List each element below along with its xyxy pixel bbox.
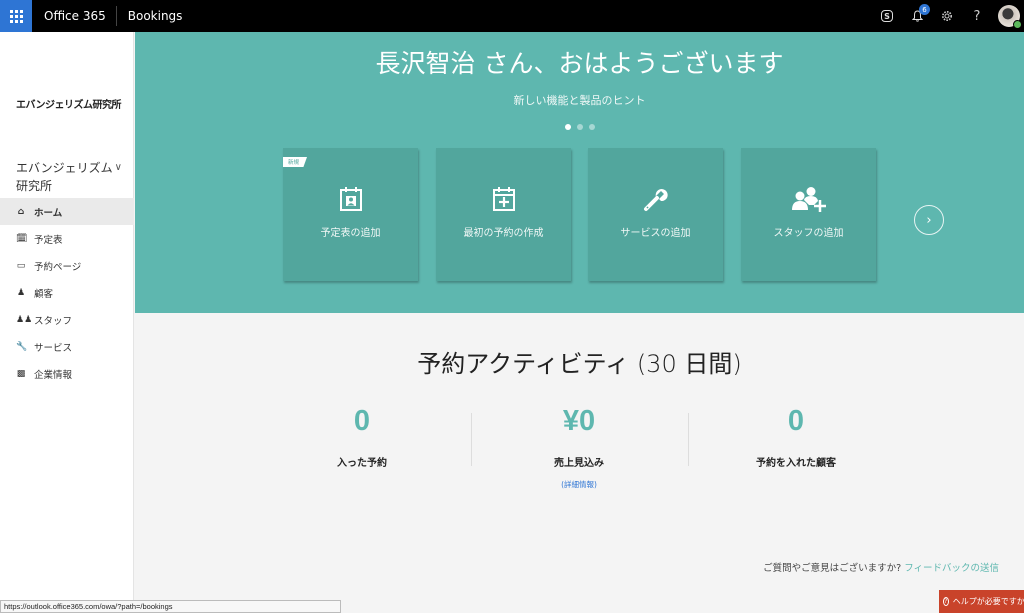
org-selector[interactable]: エバンジェリズム研究所 ∨: [16, 159, 124, 195]
activity-title: 予約アクティビティ (30 日間): [417, 350, 742, 378]
carousel-dot[interactable]: [564, 124, 571, 130]
sidebar-item-label: サービス: [34, 342, 73, 354]
sidebar-item-business-info[interactable]: ▩ 企業情報: [0, 360, 134, 387]
hero-banner: 長沢智治 さん、おはようございます 新しい機能と製品のヒント 新規 予定表の追加: [135, 32, 1024, 313]
org-logo: エバンジェリズム研究所: [16, 100, 122, 111]
staff-icon: ♟♟: [16, 314, 33, 325]
card-label: サービスの追加: [620, 228, 691, 239]
card-create-booking[interactable]: 最初の予約の作成: [436, 148, 571, 281]
briefcase-icon: ▩: [16, 368, 26, 379]
sidebar-item-label: スタッフ: [34, 315, 73, 327]
divider: [471, 413, 472, 466]
sidebar-item-customers[interactable]: ♟ 顧客: [0, 279, 134, 306]
waffle-icon: [9, 9, 23, 23]
sidebar-item-label: 企業情報: [34, 369, 73, 381]
skype-button[interactable]: S: [872, 0, 902, 32]
home-icon: ⌂: [17, 206, 25, 217]
stat-value: 0: [353, 405, 371, 437]
office365-brand-link[interactable]: Office 365: [44, 6, 117, 26]
greeting: 長沢智治 さん、おはようございます: [375, 49, 784, 78]
sidebar-item-label: ホーム: [34, 207, 63, 219]
carousel-dots: [135, 124, 1024, 130]
card-label: 予定表の追加: [320, 228, 381, 239]
sidebar-nav: ⌂ ホーム 🗓 予定表 ▭ 予約ページ ♟ 顧客 ♟♟ スタッフ 🔧 サービス …: [0, 198, 134, 387]
card-add-service[interactable]: サービスの追加: [588, 148, 723, 281]
calendar-plus-icon: [492, 187, 515, 211]
stat-label: 売上見込み: [554, 458, 604, 469]
calendar-person-icon: [339, 187, 362, 211]
help-needed-button[interactable]: ? ヘルプが必要ですか?: [939, 590, 1024, 613]
card-label: 最初の予約の作成: [463, 228, 544, 239]
status-bar-url: https://outlook.office365.com/owa/?path=…: [0, 600, 341, 613]
divider: [688, 413, 689, 466]
org-selector-label: エバンジェリズム研究所: [16, 161, 113, 193]
avatar[interactable]: [998, 5, 1022, 29]
laptop-icon: ▭: [16, 260, 26, 271]
help-icon: ?: [973, 8, 981, 24]
sidebar-item-label: 顧客: [34, 288, 54, 300]
sidebar-item-services[interactable]: 🔧 サービス: [0, 333, 134, 360]
carousel-dot[interactable]: [576, 124, 583, 130]
stat-label: 入った予約: [337, 458, 387, 469]
chevron-down-icon: ∨: [114, 162, 122, 173]
sidebar-item-staff[interactable]: ♟♟ スタッフ: [0, 306, 134, 333]
presence-available-icon: [1013, 20, 1022, 29]
help-button[interactable]: ?: [962, 0, 992, 32]
sidebar-item-booking-page[interactable]: ▭ 予約ページ: [0, 252, 134, 279]
card-add-calendar[interactable]: 新規 予定表の追加: [283, 148, 418, 281]
card-add-staff[interactable]: スタッフの追加: [741, 148, 876, 281]
app-name[interactable]: Bookings: [128, 9, 183, 23]
feedback-link[interactable]: フィードバックの送信: [904, 563, 999, 574]
gear-icon: [942, 11, 952, 21]
chevron-right-icon: ›: [926, 212, 932, 228]
sidebar: エバンジェリズム研究所 エバンジェリズム研究所 ∨ ⌂ ホーム 🗓 予定表 ▭ …: [0, 32, 134, 613]
stat-label: 予約を入れた顧客: [756, 458, 836, 469]
skype-icon: S: [881, 10, 893, 22]
new-tag: 新規: [283, 157, 308, 167]
feedback-row: ご質問やご意見はございますか? フィードバックの送信: [763, 560, 999, 574]
wrench-icon: 🔧: [16, 341, 28, 352]
settings-button[interactable]: [932, 0, 962, 32]
sidebar-item-home[interactable]: ⌂ ホーム: [0, 198, 134, 225]
customer-icon: ♟: [16, 287, 26, 298]
tips-subtitle: 新しい機能と製品のヒント: [513, 94, 646, 107]
carousel-next-button[interactable]: ›: [914, 205, 944, 235]
stat-bookings: 0 入った予約: [262, 405, 462, 469]
stat-revenue: ¥0 売上見込み (詳細情報): [479, 405, 679, 490]
help-button-label: ヘルプが必要ですか?: [952, 597, 1024, 606]
sidebar-item-label: 予定表: [34, 234, 63, 246]
question-icon: ?: [943, 597, 949, 606]
top-bar: Office 365 Bookings S 6 ?: [0, 0, 1024, 32]
stat-value: 0: [787, 405, 805, 437]
details-link[interactable]: (詳細情報): [479, 479, 679, 490]
stat-value: ¥0: [562, 405, 596, 437]
stat-customers: 0 予約を入れた顧客: [696, 405, 896, 469]
feedback-prompt: ご質問やご意見はございますか?: [763, 563, 905, 574]
wrench-icon: [643, 189, 668, 211]
carousel-dot[interactable]: [588, 124, 595, 130]
sidebar-item-calendar[interactable]: 🗓 予定表: [0, 225, 134, 252]
add-people-icon: [791, 187, 826, 212]
card-label: スタッフの追加: [773, 228, 844, 239]
notifications-button[interactable]: 6: [902, 0, 932, 32]
notification-badge: 6: [919, 4, 930, 15]
sidebar-item-label: 予約ページ: [34, 261, 82, 273]
app-launcher-button[interactable]: [0, 0, 32, 32]
calendar-icon: 🗓: [16, 233, 28, 244]
